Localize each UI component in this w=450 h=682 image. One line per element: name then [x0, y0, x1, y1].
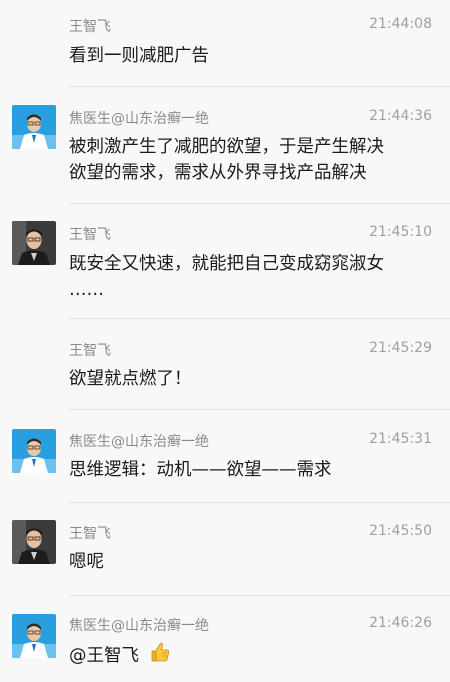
message-text: 既安全又快速，就能把自己变成窈窕淑女 ……: [69, 254, 384, 300]
sender-name[interactable]: 焦医生@山东治癣一绝: [69, 108, 209, 128]
timestamp: 21:45:10: [369, 224, 432, 240]
message-item: 王智飞 21:45:29 欲望就点燃了！: [0, 319, 450, 409]
timestamp: 21:44:36: [369, 108, 432, 124]
sender-name[interactable]: 王智飞: [69, 523, 111, 543]
message-item: 焦医生@山东治癣一绝 21:44:36 被刺激产生了减肥的欲望，于是产生解决 欲…: [0, 87, 450, 203]
sender-name[interactable]: 焦医生@山东治癣一绝: [69, 615, 209, 635]
timestamp: 21:45:50: [369, 523, 432, 539]
sender-name[interactable]: 焦医生@山东治癣一绝: [69, 431, 209, 451]
doctor-avatar[interactable]: [12, 429, 56, 473]
message-text: 欲望就点燃了！: [69, 369, 192, 389]
thumbs-up-icon: [149, 641, 171, 671]
sender-name[interactable]: 王智飞: [69, 16, 111, 36]
message-text: 看到一则减肥广告: [69, 46, 209, 66]
doctor-avatar[interactable]: [12, 105, 56, 149]
sender-name[interactable]: 王智飞: [69, 224, 111, 244]
message-item: 王智飞 21:45:50 嗯呢: [0, 503, 450, 595]
mention-link[interactable]: @王智飞: [69, 646, 139, 666]
message-text: 被刺激产生了减肥的欲望，于是产生解决 欲望的需求，需求从外界寻找产品解决: [69, 137, 384, 183]
message-text: 思维逻辑：动机——欲望——需求: [69, 460, 332, 480]
message-item: 王智飞 21:45:10 既安全又快速，就能把自己变成窈窕淑女 ……: [0, 204, 450, 318]
message-text: 嗯呢: [69, 552, 104, 572]
message-text: @王智飞: [69, 641, 439, 671]
wang-avatar[interactable]: [12, 520, 56, 564]
timestamp: 21:46:26: [369, 615, 432, 631]
doctor-avatar[interactable]: [12, 614, 56, 658]
message-item: 焦医生@山东治癣一绝 21:46:26 @王智飞: [0, 596, 450, 682]
timestamp: 21:45:31: [369, 431, 432, 447]
timestamp: 21:44:08: [369, 16, 432, 32]
sender-name[interactable]: 王智飞: [69, 340, 111, 360]
message-item: 焦医生@山东治癣一绝 21:45:31 思维逻辑：动机——欲望——需求: [0, 410, 450, 502]
message-item: 王智飞 21:44:08 看到一则减肥广告: [0, 0, 450, 86]
timestamp: 21:45:29: [369, 340, 432, 356]
wang-avatar[interactable]: [12, 221, 56, 265]
